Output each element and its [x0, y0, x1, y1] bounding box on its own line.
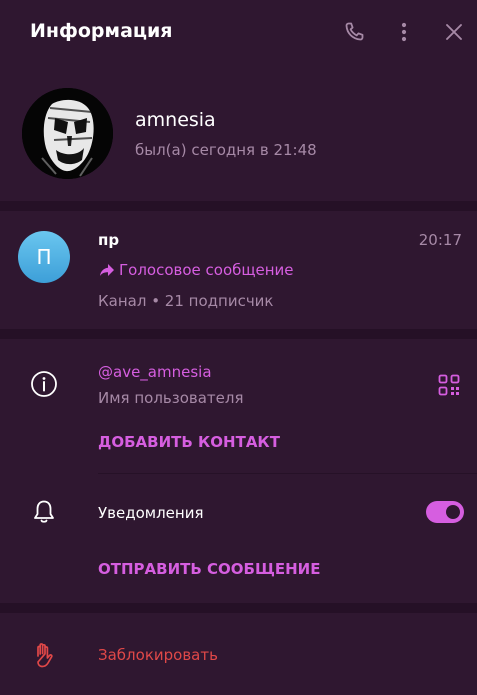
- page-title: Информация: [30, 20, 173, 42]
- profile-name: amnesia: [135, 109, 216, 131]
- channel-time: 20:17: [418, 231, 462, 249]
- hand-stop-icon: [32, 641, 56, 673]
- channel-message-text: Голосовое сообщение: [119, 261, 294, 279]
- notifications-label: Уведомления: [98, 504, 204, 522]
- block-user-button[interactable]: Заблокировать: [0, 613, 477, 695]
- avatar[interactable]: [22, 88, 113, 179]
- username-link[interactable]: @ave_amnesia: [98, 363, 212, 381]
- phone-icon[interactable]: [342, 20, 366, 44]
- channel-meta: Канал • 21 подписчик: [98, 292, 274, 310]
- personal-channel[interactable]: П пр 20:17 Голосовое сообщение Канал • 2…: [0, 211, 477, 329]
- add-contact-button[interactable]: ДОБАВИТЬ КОНТАКТ: [98, 433, 280, 451]
- close-icon[interactable]: [442, 20, 466, 44]
- notifications-toggle[interactable]: [426, 501, 464, 523]
- channel-name: пр: [98, 231, 120, 249]
- profile-status: был(а) сегодня в 21:48: [135, 141, 317, 159]
- qr-code-icon[interactable]: [438, 374, 460, 400]
- divider: [0, 329, 477, 339]
- divider: [0, 603, 477, 613]
- bell-icon: [32, 499, 56, 529]
- send-message-button[interactable]: ОТПРАВИТЬ СООБЩЕНИЕ: [98, 560, 320, 578]
- block-label: Заблокировать: [98, 646, 218, 664]
- channel-last-message: Голосовое сообщение: [98, 261, 294, 279]
- profile-section: amnesia был(а) сегодня в 21:48: [0, 64, 477, 201]
- info-icon: [30, 370, 58, 402]
- toggle-knob: [444, 503, 462, 521]
- username-label: Имя пользователя: [98, 389, 244, 407]
- header: Информация: [0, 0, 477, 64]
- forward-icon: [98, 261, 116, 279]
- info-section: @ave_amnesia Имя пользователя ДОБАВИТЬ К…: [0, 339, 477, 603]
- divider: [0, 201, 477, 211]
- more-vertical-icon[interactable]: [392, 20, 416, 44]
- separator: [98, 473, 477, 474]
- channel-avatar: П: [18, 231, 70, 283]
